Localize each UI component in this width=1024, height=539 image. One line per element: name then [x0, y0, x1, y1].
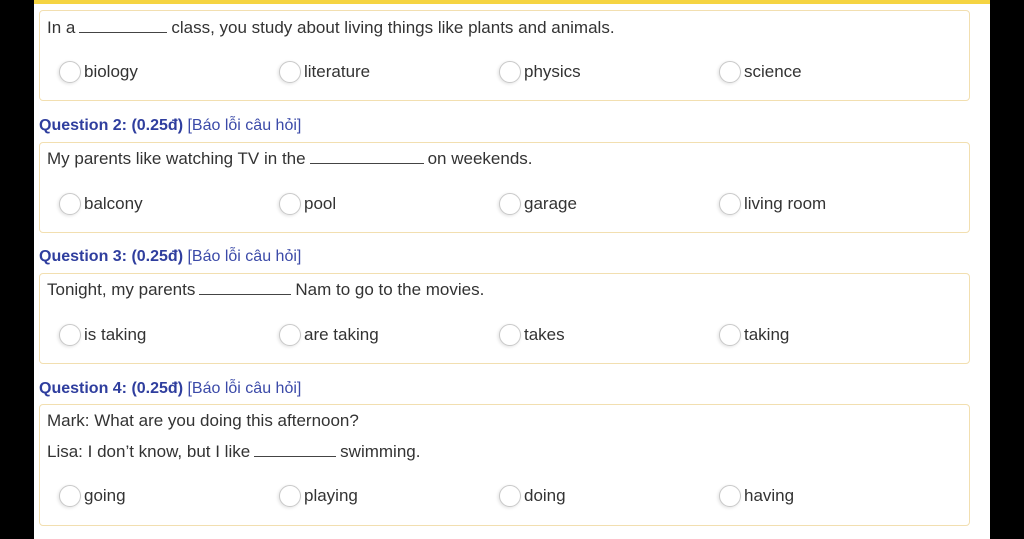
question-1-box: In a class, you study about living things…: [39, 10, 970, 101]
radio-button[interactable]: [279, 324, 301, 346]
radio-button[interactable]: [499, 485, 521, 507]
answer-blank: [309, 151, 424, 164]
option-is-taking[interactable]: is taking: [59, 324, 146, 346]
option-pool[interactable]: pool: [279, 193, 336, 215]
question-4-box: Mark: What are you doing this afternoon?…: [39, 404, 970, 526]
option-doing[interactable]: doing: [499, 485, 566, 507]
radio-button[interactable]: [719, 485, 741, 507]
option-biology[interactable]: biology: [59, 61, 138, 83]
radio-button[interactable]: [59, 485, 81, 507]
option-having[interactable]: having: [719, 485, 794, 507]
question-1-text: In a class, you study about living things…: [47, 18, 615, 37]
report-error-link[interactable]: [Báo lỗi câu hỏi]: [187, 117, 301, 134]
question-2-text: My parents like watching TV in the on wee…: [47, 149, 533, 168]
quiz-page: In a class, you study about living things…: [34, 0, 990, 539]
answer-blank: [79, 20, 168, 33]
radio-button[interactable]: [59, 193, 81, 215]
option-takes[interactable]: takes: [499, 324, 565, 346]
radio-button[interactable]: [499, 193, 521, 215]
report-error-link[interactable]: [Báo lỗi câu hỏi]: [187, 380, 301, 397]
option-are-taking[interactable]: are taking: [279, 324, 379, 346]
radio-button[interactable]: [719, 193, 741, 215]
option-science[interactable]: science: [719, 61, 802, 83]
question-3-header: Question 3: (0.25đ) [Báo lỗi câu hỏi]: [39, 248, 302, 265]
question-3-text: Tonight, my parents Nam to go to the movi…: [47, 280, 485, 299]
radio-button[interactable]: [719, 61, 741, 83]
report-error-link[interactable]: [Báo lỗi câu hỏi]: [187, 248, 301, 265]
option-going[interactable]: going: [59, 485, 126, 507]
option-taking[interactable]: taking: [719, 324, 789, 346]
radio-button[interactable]: [719, 324, 741, 346]
option-garage[interactable]: garage: [499, 193, 577, 215]
option-balcony[interactable]: balcony: [59, 193, 143, 215]
top-accent-line: [34, 0, 990, 4]
question-3-box: Tonight, my parents Nam to go to the movi…: [39, 273, 970, 364]
question-4-header: Question 4: (0.25đ) [Báo lỗi câu hỏi]: [39, 380, 302, 397]
radio-button[interactable]: [59, 61, 81, 83]
question-4-line-2: Lisa: I don’t know, but I like swimming.: [47, 442, 421, 461]
radio-button[interactable]: [499, 324, 521, 346]
question-2-header: Question 2: (0.25đ) [Báo lỗi câu hỏi]: [39, 117, 302, 134]
option-physics[interactable]: physics: [499, 61, 581, 83]
question-2-box: My parents like watching TV in the on wee…: [39, 142, 970, 233]
radio-button[interactable]: [279, 61, 301, 83]
answer-blank: [199, 282, 292, 295]
option-living-room[interactable]: living room: [719, 193, 826, 215]
question-4-line-1: Mark: What are you doing this afternoon?: [47, 411, 359, 430]
radio-button[interactable]: [279, 193, 301, 215]
option-literature[interactable]: literature: [279, 61, 370, 83]
radio-button[interactable]: [499, 61, 521, 83]
option-playing[interactable]: playing: [279, 485, 358, 507]
answer-blank: [254, 444, 337, 457]
radio-button[interactable]: [279, 485, 301, 507]
radio-button[interactable]: [59, 324, 81, 346]
